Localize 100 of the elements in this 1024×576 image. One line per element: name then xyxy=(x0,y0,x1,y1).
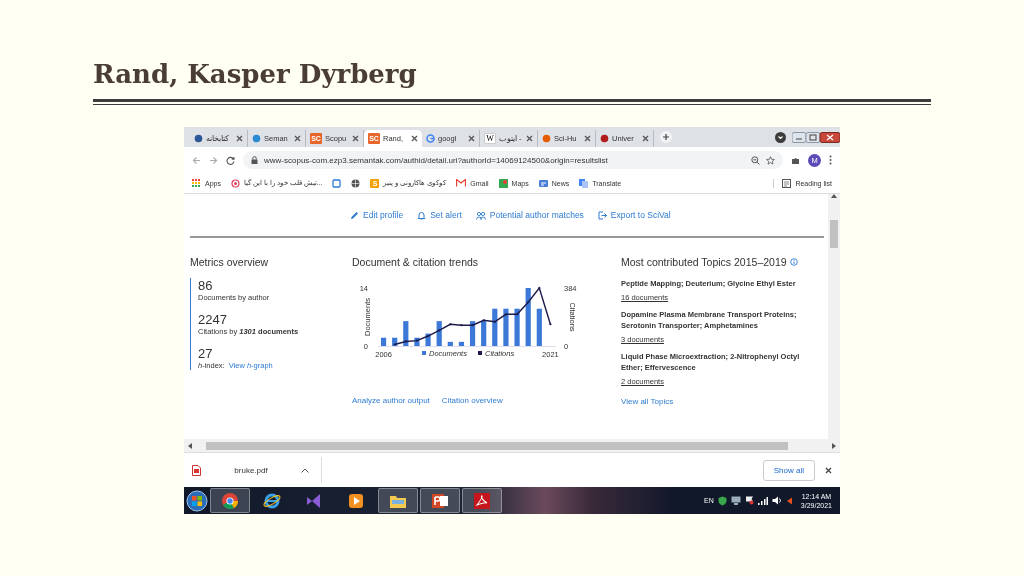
star-icon[interactable] xyxy=(766,155,775,165)
apps-grid-icon xyxy=(192,178,201,188)
puzzle-icon[interactable] xyxy=(791,155,800,165)
window-controls-icon[interactable] xyxy=(792,131,840,143)
favicon-icon xyxy=(252,134,261,143)
flag-icon[interactable] xyxy=(744,496,754,505)
close-icon[interactable] xyxy=(236,135,243,142)
vertical-scrollbar[interactable] xyxy=(828,194,840,439)
data-point xyxy=(415,339,419,342)
action-link[interactable]: Potential author matches xyxy=(475,208,584,222)
show-all-button[interactable]: Show all xyxy=(762,459,815,481)
metric-value: 2247 xyxy=(198,312,228,327)
globe-icon xyxy=(351,178,361,188)
scroll-right-icon[interactable] xyxy=(832,442,836,449)
shield-icon[interactable] xyxy=(717,495,727,506)
scroll-thumb[interactable] xyxy=(830,220,838,248)
speaker-icon[interactable] xyxy=(771,496,782,505)
data-point xyxy=(404,340,407,343)
section-title: Metrics overview xyxy=(190,256,270,268)
chart-bar xyxy=(503,308,509,346)
chart-bar xyxy=(536,308,542,346)
close-icon[interactable] xyxy=(468,135,475,142)
map-pin-icon xyxy=(498,178,508,188)
export-icon xyxy=(597,210,607,220)
bell-icon xyxy=(417,210,427,220)
powerpoint-icon[interactable] xyxy=(431,492,449,509)
report-link[interactable]: Analyze author output xyxy=(352,396,430,405)
lock-icon xyxy=(251,156,258,164)
close-icon[interactable] xyxy=(584,135,591,142)
metric-value: 27 xyxy=(198,346,214,361)
download-file-name[interactable]: bruke.pdf xyxy=(211,465,291,475)
chart-bar xyxy=(481,321,487,346)
chart-bar xyxy=(492,308,498,346)
horizontal-scrollbar[interactable] xyxy=(184,439,840,452)
chart-bar xyxy=(436,321,442,346)
signal-bars-icon[interactable] xyxy=(757,496,768,505)
section-title: Document & citation trends xyxy=(352,256,480,268)
people-icon xyxy=(475,210,486,220)
news-icon xyxy=(538,178,548,188)
chrome-icon[interactable] xyxy=(221,491,239,510)
scroll-left-icon[interactable] xyxy=(188,442,192,449)
monitor-icon[interactable] xyxy=(730,496,741,505)
zoom-icon[interactable] xyxy=(751,155,760,165)
acrobat-icon[interactable] xyxy=(474,492,490,509)
bookmark-square-icon xyxy=(332,178,342,188)
pencil-icon xyxy=(350,210,359,220)
taskbar-button[interactable] xyxy=(378,488,418,513)
g-logo-icon xyxy=(426,134,435,143)
favicon-icon: W xyxy=(484,133,496,144)
ie-icon[interactable] xyxy=(263,491,281,510)
favicon-icon xyxy=(542,134,551,143)
reload-icon[interactable] xyxy=(226,155,235,165)
close-icon[interactable] xyxy=(642,135,649,142)
mail-icon xyxy=(456,179,467,187)
start-button-icon[interactable] xyxy=(186,489,208,512)
chart-bar xyxy=(425,333,431,346)
chart-bar xyxy=(525,288,531,346)
data-point xyxy=(426,334,430,338)
data-point xyxy=(449,323,452,326)
chart-bar xyxy=(380,337,387,346)
arrow-left-icon[interactable] xyxy=(785,496,793,505)
view-all-link[interactable]: View all Topics xyxy=(621,397,817,406)
caret-icon[interactable] xyxy=(301,467,309,473)
close-icon[interactable] xyxy=(825,466,832,474)
close-icon[interactable] xyxy=(411,135,418,142)
data-point xyxy=(460,324,463,327)
data-point xyxy=(471,324,474,327)
action-link[interactable]: Set alert xyxy=(417,208,462,222)
close-icon[interactable] xyxy=(526,135,533,142)
list-icon xyxy=(782,178,792,188)
pdf-file-icon xyxy=(192,464,201,476)
taskbar-button[interactable] xyxy=(420,488,460,513)
address-bar[interactable]: www-scopus-com.ezp3.semantak.com/authid/detail.uri?authorId=14069124500&origin=resultslist xyxy=(243,151,783,169)
metric-value: 86 xyxy=(198,278,214,293)
tab-search-icon[interactable] xyxy=(775,131,786,143)
report-link[interactable]: Citation overview xyxy=(441,396,503,405)
chart-bar xyxy=(458,341,465,346)
close-icon[interactable] xyxy=(294,135,301,142)
section-title: Most contributed Topics 2015–2019 xyxy=(621,256,787,268)
media-player-icon[interactable] xyxy=(348,492,364,509)
slide-title: Rand, Kasper Dyrberg xyxy=(93,58,418,91)
close-icon[interactable] xyxy=(352,135,359,142)
chart-bar xyxy=(469,321,476,346)
action-link[interactable]: Edit profile xyxy=(350,208,404,222)
data-point xyxy=(493,320,496,323)
scroll-thumb[interactable] xyxy=(206,441,788,450)
ring-icon xyxy=(230,178,240,188)
data-point xyxy=(438,329,441,332)
favicon-icon xyxy=(600,134,609,143)
more-menu-icon[interactable] xyxy=(829,155,832,165)
new-tab-icon[interactable] xyxy=(660,131,672,143)
scroll-up-icon[interactable] xyxy=(831,194,837,198)
action-link[interactable]: Export to SciVal xyxy=(597,208,671,222)
translate-icon xyxy=(579,178,589,188)
chart-bar xyxy=(514,308,520,346)
taskbar-button[interactable] xyxy=(210,488,250,513)
visual-studio-icon[interactable] xyxy=(306,492,322,509)
chart-bar xyxy=(414,337,420,346)
data-point xyxy=(538,286,541,290)
chart-bar xyxy=(447,341,453,346)
